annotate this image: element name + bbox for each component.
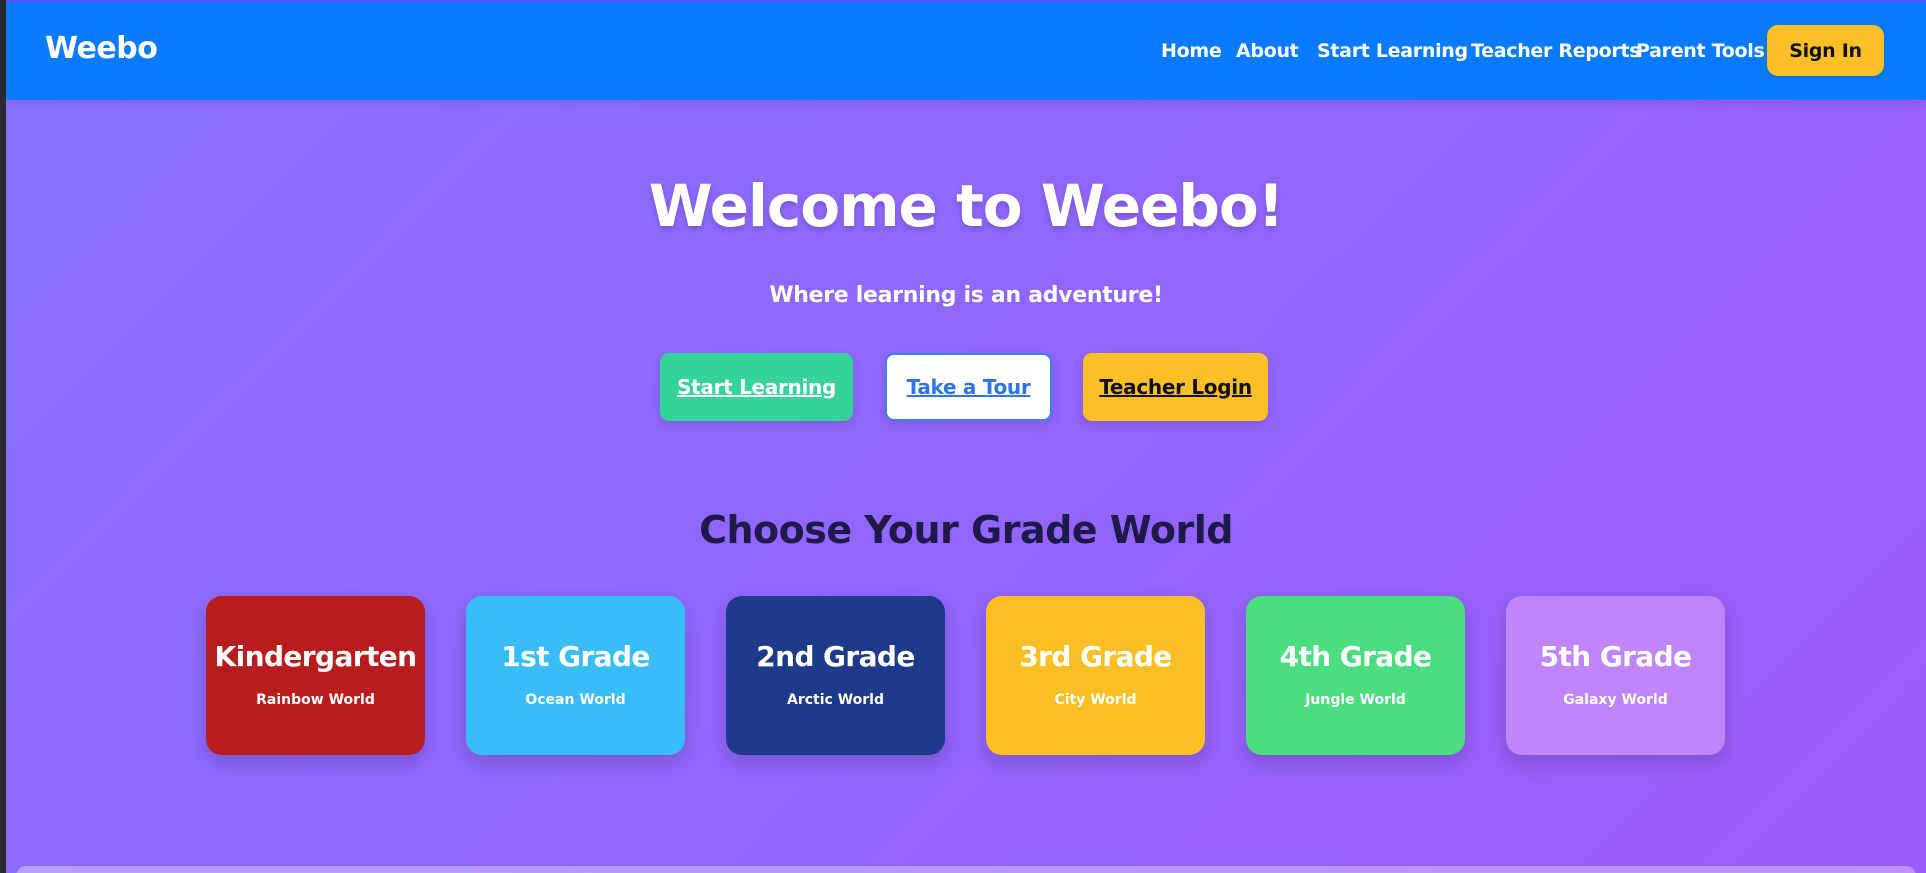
grade-world: Rainbow World <box>256 692 375 708</box>
grade-card-4th[interactable]: 4th Grade Jungle World <box>1246 596 1465 755</box>
grade-card-5th[interactable]: 5th Grade Galaxy World <box>1506 596 1725 755</box>
nav-about[interactable]: About <box>1236 40 1299 62</box>
start-learning-button[interactable]: Start Learning <box>660 353 853 421</box>
grade-card-3rd[interactable]: 3rd Grade City World <box>986 596 1205 755</box>
nav-links: Home About Start Learning Teacher Report… <box>6 40 1926 70</box>
grade-world: Arctic World <box>787 692 884 708</box>
grade-card-2nd[interactable]: 2nd Grade Arctic World <box>726 596 945 755</box>
grade-name: 2nd Grade <box>756 640 915 673</box>
grade-card-1st[interactable]: 1st Grade Ocean World <box>466 596 685 755</box>
nav-home[interactable]: Home <box>1161 40 1222 62</box>
grade-world: Galaxy World <box>1563 692 1668 708</box>
grade-world: Ocean World <box>525 692 626 708</box>
navbar: Weebo Home About Start Learning Teacher … <box>6 2 1926 100</box>
grade-name: Kindergarten <box>214 640 418 673</box>
grade-name: 1st Grade <box>501 640 650 673</box>
nav-parent-tools[interactable]: Parent Tools <box>1636 40 1765 62</box>
page: Weebo Home About Start Learning Teacher … <box>6 0 1926 873</box>
next-section-edge <box>16 866 1916 873</box>
hero-title: Welcome to Weebo! <box>648 172 1284 240</box>
grade-card-kindergarten[interactable]: Kindergarten Rainbow World <box>206 596 425 755</box>
grade-name: 3rd Grade <box>1019 640 1172 673</box>
grade-world: Jungle World <box>1305 692 1406 708</box>
grade-name: 4th Grade <box>1279 640 1432 673</box>
nav-start-learning[interactable]: Start Learning <box>1317 40 1468 62</box>
grade-section-title: Choose Your Grade World <box>699 508 1233 552</box>
grade-world: City World <box>1054 692 1137 708</box>
sign-in-button[interactable]: Sign In <box>1767 25 1884 76</box>
hero-subtitle: Where learning is an adventure! <box>769 283 1163 308</box>
nav-teacher-reports[interactable]: Teacher Reports <box>1471 40 1641 62</box>
take-tour-button[interactable]: Take a Tour <box>885 353 1052 421</box>
teacher-login-button[interactable]: Teacher Login <box>1083 353 1268 421</box>
grade-name: 5th Grade <box>1539 640 1692 673</box>
